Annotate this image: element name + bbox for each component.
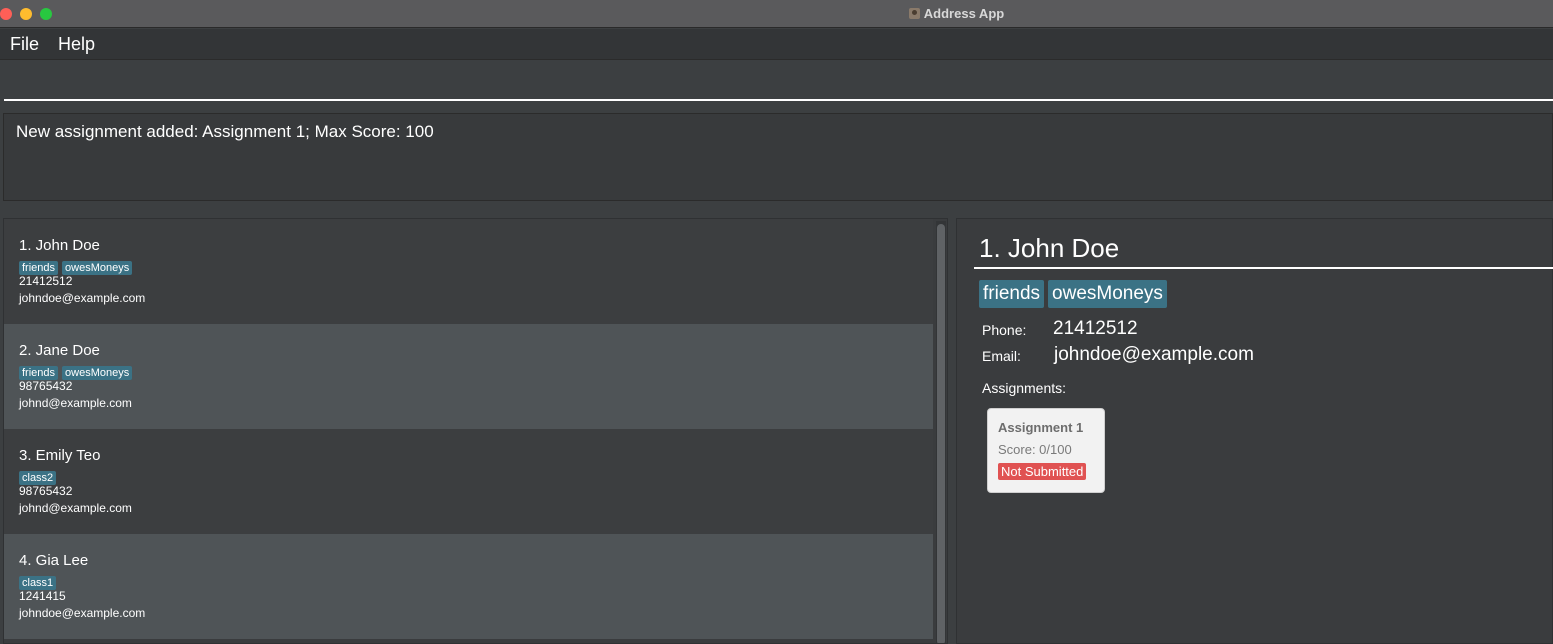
- tag: friends: [19, 261, 59, 275]
- detail-email: johndoe@example.com: [1054, 344, 1254, 365]
- window-title-area: Address App: [0, 6, 1553, 21]
- assignment-status-badge: Not Submitted: [998, 463, 1087, 480]
- scrollbar-thumb[interactable]: [937, 224, 945, 643]
- person-email: johnd@example.com: [19, 501, 132, 515]
- person-name: 4. Gia Lee: [19, 552, 89, 569]
- person-email: johndoe@example.com: [19, 291, 146, 305]
- person-tags: class1: [19, 573, 60, 590]
- command-box: [0, 61, 1553, 109]
- phone-label: Phone:: [982, 322, 1027, 338]
- person-name: 3. Emily Teo: [19, 447, 101, 464]
- person-detail-panel: 1. John Doe friends owesMoneys Phone: 214…: [956, 218, 1553, 644]
- person-list-panel: 1. John Doe friends owesMoneys 21412512 j…: [3, 218, 948, 644]
- person-email: johnd@example.com: [19, 396, 132, 410]
- person-name: 1. John Doe: [19, 237, 100, 254]
- email-label: Email:: [982, 348, 1021, 364]
- assignment-card[interactable]: Assignment 1 Score: 0/100 Not Submitted: [987, 408, 1105, 493]
- person-phone: 1241415: [19, 589, 66, 603]
- person-card[interactable]: 3. Emily Teo class2 98765432 johnd@examp…: [4, 429, 933, 534]
- person-phone: 98765432: [19, 484, 73, 498]
- tag: class1: [19, 576, 57, 590]
- tag: friends: [19, 366, 59, 380]
- menu-bar: File Help: [0, 29, 1553, 60]
- detail-tag: owesMoneys: [1048, 280, 1167, 308]
- person-tags: friends owesMoneys: [19, 363, 136, 380]
- menu-help[interactable]: Help: [58, 34, 95, 55]
- menu-file[interactable]: File: [10, 34, 39, 55]
- result-display: New assignment added: Assignment 1; Max …: [3, 113, 1553, 201]
- person-phone: 98765432: [19, 379, 73, 393]
- window-titlebar: Address App: [0, 0, 1553, 28]
- app-icon: [908, 8, 920, 19]
- person-card[interactable]: 1. John Doe friends owesMoneys 21412512 j…: [4, 219, 933, 324]
- detail-name: 1. John Doe: [979, 233, 1120, 263]
- person-card[interactable]: 4. Gia Lee class1 1241415 johndoe@exampl…: [4, 534, 933, 639]
- assignment-title: Assignment 1: [998, 420, 1084, 435]
- assignment-score: Score: 0/100: [998, 442, 1072, 457]
- tag: owesMoneys: [62, 261, 133, 275]
- command-input[interactable]: [4, 61, 1553, 101]
- person-tags: class2: [19, 468, 60, 485]
- detail-tag: friends: [979, 280, 1045, 308]
- detail-phone: 21412512: [1053, 318, 1138, 339]
- tag: owesMoneys: [62, 366, 133, 380]
- result-message: New assignment added: Assignment 1; Max …: [16, 122, 434, 141]
- detail-tags: friends owesMoneys: [979, 280, 1171, 308]
- detail-divider: [974, 267, 1553, 269]
- tag: class2: [19, 471, 57, 485]
- window-title: Address App: [923, 6, 1005, 21]
- assignments-label: Assignments:: [982, 380, 1067, 396]
- list-scrollbar[interactable]: [936, 221, 946, 643]
- person-name: 2. Jane Doe: [19, 342, 100, 359]
- person-email: johndoe@example.com: [19, 606, 146, 620]
- person-card[interactable]: 2. Jane Doe friends owesMoneys 98765432 j…: [4, 324, 933, 429]
- person-phone: 21412512: [19, 274, 73, 288]
- person-tags: friends owesMoneys: [19, 258, 136, 275]
